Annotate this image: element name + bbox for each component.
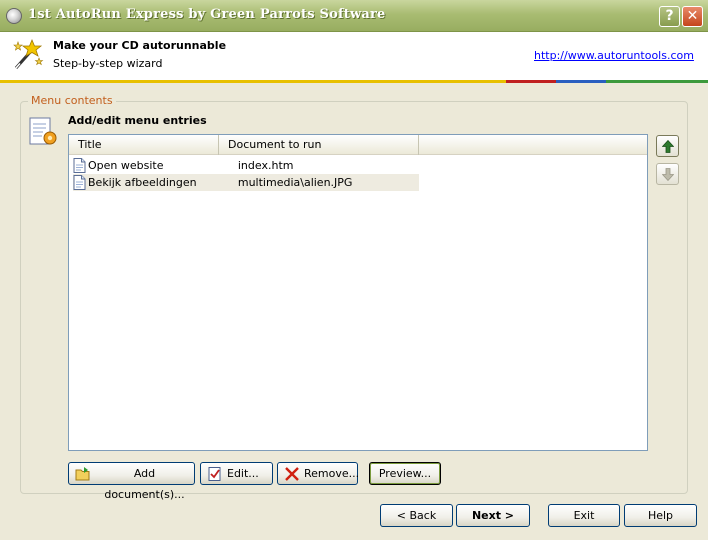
remove-label: Remove... xyxy=(304,467,360,480)
section-title-text: Add/edit menu entries xyxy=(68,114,207,127)
list-header: Title Document to run xyxy=(69,135,647,155)
section-title: Add/edit menu entries xyxy=(68,114,207,127)
window-title: 1st AutoRun Express by Green Parrots Sof… xyxy=(28,7,386,22)
row-document: multimedia\alien.JPG xyxy=(237,176,353,189)
remove-button[interactable]: Remove... xyxy=(277,462,360,485)
document-icon xyxy=(73,175,86,190)
magic-wand-icon xyxy=(13,38,44,69)
column-header-title[interactable]: Title xyxy=(69,135,219,155)
edit-document-icon xyxy=(29,117,57,145)
title-bar[interactable]: 1st AutoRun Express by Green Parrots Sof… xyxy=(0,0,708,32)
close-button[interactable]: ✕ xyxy=(682,6,703,27)
preview-button[interactable]: Preview... xyxy=(369,462,441,485)
edit-button[interactable]: Edit... xyxy=(200,462,273,485)
move-down-arrow-icon xyxy=(662,168,674,181)
move-up-arrow-icon xyxy=(662,140,674,153)
remove-x-icon xyxy=(285,467,299,481)
header-accent-bar xyxy=(0,80,708,83)
document-icon xyxy=(73,158,86,173)
row-title: Open website xyxy=(88,159,164,172)
wizard-title: Make your CD autorunnable xyxy=(53,39,227,52)
help-button[interactable]: Help xyxy=(624,504,697,527)
menu-entries-list[interactable]: Title Document to run Open website index… xyxy=(68,134,648,451)
list-item[interactable]: Open website index.htm xyxy=(73,157,419,174)
row-document: index.htm xyxy=(237,159,294,172)
exit-button[interactable]: Exit xyxy=(548,504,620,527)
app-icon[interactable] xyxy=(6,8,22,24)
preview-label: Preview... xyxy=(378,467,432,480)
add-documents-button[interactable]: Add document(s)... xyxy=(68,462,195,501)
move-up-button[interactable] xyxy=(656,135,679,157)
row-title: Bekijk afbeeldingen xyxy=(88,176,197,189)
add-documents-label: Add document(s)... xyxy=(104,467,185,501)
next-button[interactable]: Next > xyxy=(456,504,530,527)
help-title-button[interactable]: ? xyxy=(659,6,680,27)
edit-label: Edit... xyxy=(227,467,259,480)
folder-add-icon xyxy=(75,467,90,481)
back-button[interactable]: < Back xyxy=(380,504,453,527)
website-link[interactable]: http://www.autoruntools.com xyxy=(534,49,694,62)
list-item[interactable]: Bekijk afbeeldingen multimedia\alien.JPG xyxy=(73,174,419,191)
column-header-document[interactable]: Document to run xyxy=(219,135,419,155)
group-label: Menu contents xyxy=(28,94,116,107)
move-down-button[interactable] xyxy=(656,163,679,185)
wizard-header: Make your CD autorunnable Step-by-step w… xyxy=(0,32,708,80)
edit-checklist-icon xyxy=(208,467,221,481)
wizard-subtitle: Step-by-step wizard xyxy=(53,57,163,70)
